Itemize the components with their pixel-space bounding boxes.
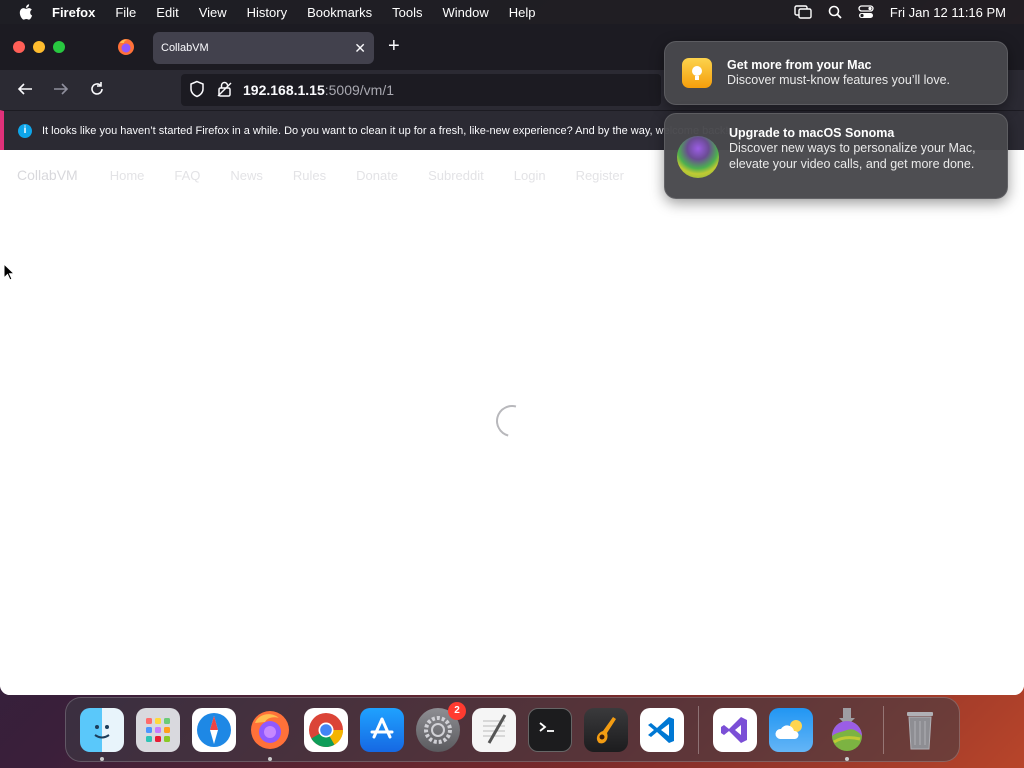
nav-link-donate[interactable]: Donate	[356, 168, 398, 183]
menubar-clock[interactable]: Fri Jan 12 11:16 PM	[890, 5, 1014, 20]
menu-help[interactable]: Help	[499, 5, 546, 20]
dock-separator	[883, 705, 884, 754]
menu-view[interactable]: View	[189, 5, 237, 20]
menu-window[interactable]: Window	[433, 5, 499, 20]
nav-link-register[interactable]: Register	[576, 168, 624, 183]
tab-close-icon[interactable]: ✕	[354, 40, 366, 57]
macos-installer-icon[interactable]	[825, 707, 869, 761]
site-brand-link[interactable]: CollabVM	[17, 167, 78, 183]
vscode-icon[interactable]	[640, 707, 684, 752]
notification-body: Discover new ways to personalize your Ma…	[729, 141, 976, 171]
tracking-protection-shield-icon[interactable]	[189, 80, 205, 101]
close-window-button[interactable]	[13, 41, 25, 53]
info-icon: i	[18, 123, 32, 138]
running-indicator	[268, 756, 272, 761]
menu-tools[interactable]: Tools	[382, 5, 432, 20]
visual-studio-icon[interactable]	[713, 707, 757, 752]
trash-icon[interactable]	[898, 708, 942, 752]
loading-spinner-icon	[490, 399, 534, 443]
insecure-lock-icon[interactable]	[217, 80, 233, 101]
firefox-icon[interactable]	[248, 708, 292, 761]
notification-badge: 2	[448, 701, 466, 720]
terminal-icon[interactable]	[528, 707, 572, 752]
forward-arrow-icon[interactable]	[52, 80, 70, 103]
app-store-icon[interactable]	[360, 707, 404, 752]
spotlight-search-icon[interactable]	[828, 5, 842, 19]
nav-link-news[interactable]: News	[230, 168, 263, 183]
textedit-icon[interactable]	[472, 707, 516, 752]
running-indicator	[845, 756, 849, 761]
menu-app-name[interactable]: Firefox	[42, 5, 105, 20]
notification-title: Get more from your Mac	[727, 58, 872, 72]
nav-link-faq[interactable]: FAQ	[174, 168, 200, 183]
running-indicator	[100, 756, 104, 761]
minimize-window-button[interactable]	[33, 41, 45, 53]
notification-title: Upgrade to macOS Sonoma	[729, 126, 895, 140]
nav-link-rules[interactable]: Rules	[293, 168, 326, 183]
menu-edit[interactable]: Edit	[146, 5, 188, 20]
garageband-icon[interactable]	[584, 707, 628, 752]
url-host: 192.168.1.15	[243, 82, 325, 98]
screen-mirroring-icon[interactable]	[794, 5, 812, 19]
nav-link-login[interactable]: Login	[514, 168, 546, 183]
notification-body: Discover must-know features you’ll love.	[727, 73, 950, 87]
menu-history[interactable]: History	[237, 5, 297, 20]
menu-file[interactable]: File	[105, 5, 146, 20]
nav-link-home[interactable]: Home	[110, 168, 145, 183]
notification-macos-upgrade[interactable]: Upgrade to macOS Sonoma Discover new way…	[664, 113, 1008, 199]
dock-separator	[698, 705, 699, 754]
window-controls	[13, 41, 65, 53]
infobar-message: It looks like you haven’t started Firefo…	[42, 124, 729, 137]
mouse-pointer-icon	[3, 262, 16, 286]
zoom-window-button[interactable]	[53, 41, 65, 53]
apple-menu-icon[interactable]	[10, 4, 42, 20]
url-bar[interactable]: 192.168.1.15:5009/vm/1	[181, 74, 661, 106]
tab-collabvm[interactable]: CollabVM ✕	[153, 32, 374, 64]
tips-lightbulb-icon	[682, 58, 712, 88]
reload-icon[interactable]	[88, 80, 106, 103]
nav-link-subreddit[interactable]: Subreddit	[428, 168, 484, 183]
control-center-icon[interactable]	[858, 5, 874, 19]
firefox-view-icon[interactable]	[117, 38, 135, 61]
system-settings-icon[interactable]: 2	[416, 701, 466, 752]
menu-bookmarks[interactable]: Bookmarks	[297, 5, 382, 20]
new-tab-plus-icon[interactable]: +	[388, 36, 400, 56]
finder-icon[interactable]	[80, 707, 124, 761]
weather-icon[interactable]	[769, 707, 813, 752]
page-content: CollabVM Home FAQ News Rules Donate Subr…	[0, 150, 1024, 695]
url-path: :5009/vm/1	[324, 82, 395, 98]
back-arrow-icon[interactable]	[16, 80, 34, 103]
chrome-icon[interactable]	[304, 707, 348, 752]
notification-tips[interactable]: Get more from your Mac Discover must-kno…	[664, 41, 1008, 105]
macos-sonoma-icon	[677, 136, 719, 178]
launchpad-icon[interactable]	[136, 707, 180, 752]
safari-icon[interactable]	[192, 707, 236, 752]
dock: 2	[65, 697, 960, 762]
menu-bar: Firefox File Edit View History Bookmarks…	[0, 0, 1024, 24]
tab-title: CollabVM	[161, 42, 209, 54]
